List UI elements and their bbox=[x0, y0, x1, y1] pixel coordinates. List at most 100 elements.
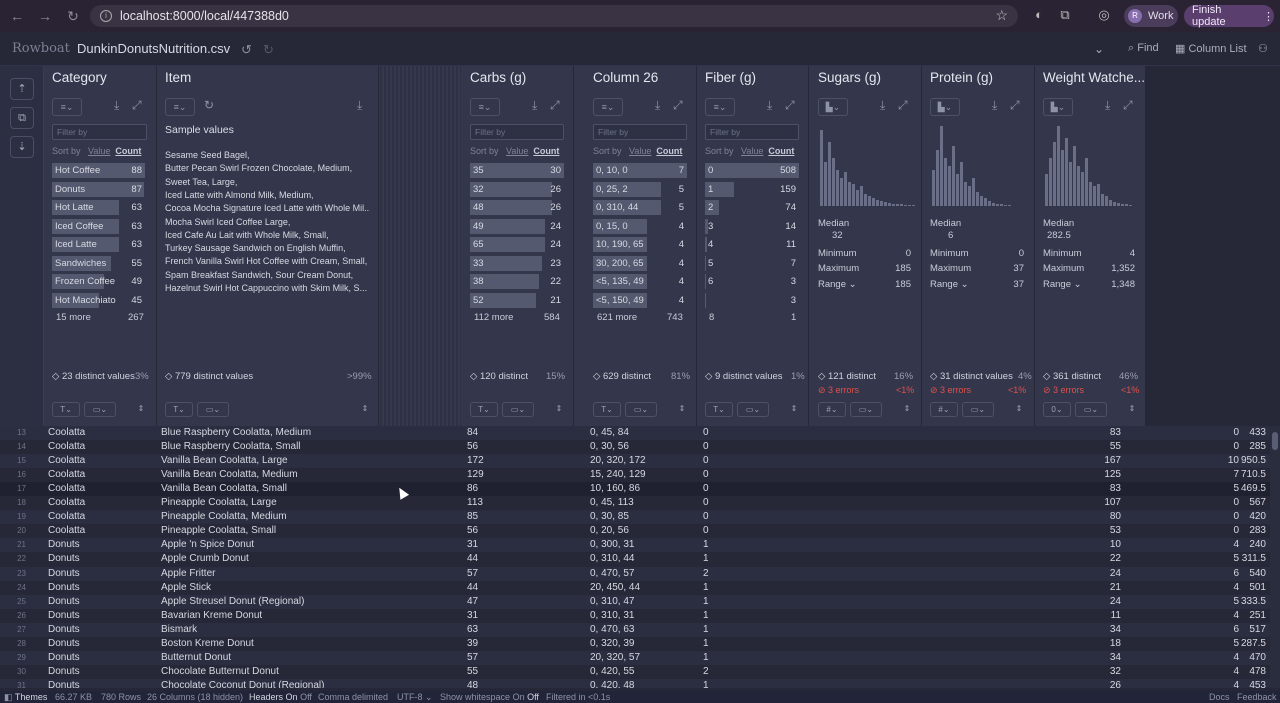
cell-column-26[interactable]: 0, 300, 31 bbox=[590, 539, 634, 550]
cell-carbs[interactable]: 31 bbox=[467, 539, 478, 550]
format-selector[interactable]: ▭⌄ bbox=[502, 402, 534, 417]
cell-carbs[interactable]: 85 bbox=[467, 511, 478, 522]
site-info-icon[interactable]: i bbox=[100, 10, 112, 22]
histogram-bar[interactable] bbox=[908, 205, 911, 206]
headers-toggle[interactable]: Headers On Off bbox=[249, 692, 312, 702]
sort-dropdown[interactable]: ≡⌄ bbox=[470, 98, 500, 116]
column-title[interactable]: Column 26 bbox=[593, 70, 658, 85]
cell-fiber[interactable]: 1 bbox=[703, 553, 709, 564]
format-selector[interactable]: ▭⌄ bbox=[625, 402, 657, 417]
cell-protein[interactable]: 5 bbox=[1233, 638, 1239, 649]
cell-sugars[interactable]: 22 bbox=[1110, 553, 1121, 564]
whitespace-toggle[interactable]: Show whitespace On Off bbox=[440, 692, 539, 702]
histogram-bar[interactable] bbox=[1008, 205, 1011, 206]
sort-dropdown[interactable]: ≡⌄ bbox=[165, 98, 195, 116]
error-count[interactable]: ⊘ 3 errors bbox=[818, 385, 859, 396]
sort-count-link[interactable]: Count bbox=[768, 146, 794, 156]
value-row[interactable]: Sandwiches 55 bbox=[52, 255, 145, 271]
download-icon[interactable]: ⤓ bbox=[357, 98, 362, 113]
histogram-bar[interactable] bbox=[1065, 138, 1068, 206]
column-title[interactable]: Protein (g) bbox=[930, 70, 993, 85]
cell-fiber[interactable]: 0 bbox=[703, 525, 709, 536]
cell-protein[interactable]: 5 bbox=[1233, 596, 1239, 607]
histogram[interactable] bbox=[820, 118, 915, 206]
histogram-bar[interactable] bbox=[1125, 204, 1128, 206]
cell-category[interactable]: Coolatta bbox=[48, 483, 85, 494]
table-row[interactable]: 17 Coolatta Vanilla Bean Coolatta, Small 86… bbox=[0, 482, 1270, 497]
cell-item[interactable]: Apple Fritter bbox=[161, 568, 215, 579]
cell-column-26[interactable]: 15, 240, 129 bbox=[590, 469, 646, 480]
histogram-bar[interactable] bbox=[864, 194, 867, 206]
expand-icon[interactable]: ⤢ bbox=[132, 98, 142, 113]
cell-protein[interactable]: 4 bbox=[1233, 666, 1239, 677]
table-row[interactable]: 28 Donuts Boston Kreme Donut 39 0, 320, 39 1 1… bbox=[0, 637, 1270, 651]
sort-dropdown[interactable]: ≡⌄ bbox=[705, 98, 735, 116]
cell-protein[interactable]: 0 bbox=[1233, 497, 1239, 508]
reorder-handle-icon[interactable]: ⇕ bbox=[789, 402, 799, 417]
table-row[interactable]: 30 Donuts Chocolate Butternut Donut 55 0, 42… bbox=[0, 665, 1270, 679]
expand-icon[interactable]: ⤢ bbox=[550, 98, 560, 113]
cell-item[interactable]: Blue Raspberry Coolatta, Medium bbox=[161, 427, 311, 438]
cell-fiber[interactable]: 1 bbox=[703, 680, 709, 688]
download-icon[interactable]: ⤓ bbox=[767, 98, 772, 113]
value-row[interactable]: 0, 15, 0 4 bbox=[593, 218, 687, 234]
cell-sugars[interactable]: 167 bbox=[1104, 455, 1121, 466]
cell-sugars[interactable]: 53 bbox=[1110, 525, 1121, 536]
cell-fiber[interactable]: 0 bbox=[703, 441, 709, 452]
cell-fiber[interactable]: 0 bbox=[703, 497, 709, 508]
format-selector[interactable]: ▭⌄ bbox=[962, 402, 994, 417]
cell-category[interactable]: Donuts bbox=[48, 638, 80, 649]
range-dropdown[interactable]: Range ⌄ bbox=[1043, 279, 1082, 290]
histogram-bar[interactable] bbox=[892, 203, 895, 206]
cell-protein[interactable]: 10 bbox=[1228, 455, 1239, 466]
value-row[interactable]: 1 159 bbox=[705, 181, 799, 197]
cell-item[interactable]: Apple Crumb Donut bbox=[161, 553, 249, 564]
docs-link[interactable]: Docs bbox=[1209, 692, 1230, 702]
cell-fiber[interactable]: 1 bbox=[703, 610, 709, 621]
cell-category[interactable]: Donuts bbox=[48, 553, 80, 564]
histogram[interactable] bbox=[1045, 118, 1137, 206]
cell-sugars[interactable]: 11 bbox=[1111, 610, 1121, 621]
cell-item[interactable]: Bismark bbox=[161, 624, 197, 635]
cell-sugars[interactable]: 24 bbox=[1110, 596, 1121, 607]
cell-protein[interactable]: 4 bbox=[1233, 539, 1239, 550]
histogram-bar[interactable] bbox=[900, 204, 903, 206]
cell-sugars[interactable]: 83 bbox=[1110, 483, 1121, 494]
cell-sugars[interactable]: 125 bbox=[1104, 469, 1121, 480]
cell-weight-watchers[interactable]: 333.5 bbox=[1241, 596, 1266, 607]
histogram-bar[interactable] bbox=[840, 178, 843, 206]
column-title[interactable]: Weight Watche... bbox=[1043, 70, 1145, 85]
sort-count-link[interactable]: Count bbox=[533, 146, 559, 156]
expand-icon[interactable]: ⤢ bbox=[785, 98, 795, 113]
sort-count-link[interactable]: Count bbox=[115, 146, 141, 156]
redo-icon[interactable]: ↻ bbox=[263, 42, 274, 58]
histogram-bar[interactable] bbox=[976, 191, 979, 206]
value-row[interactable]: Hot Coffee 88 bbox=[52, 163, 145, 178]
cell-sugars[interactable]: 24 bbox=[1110, 568, 1121, 579]
histogram-bar[interactable] bbox=[872, 198, 875, 206]
cell-column-26[interactable]: 0, 20, 56 bbox=[590, 525, 629, 536]
reorder-handle-icon[interactable]: ⇕ bbox=[360, 402, 370, 417]
filter-input[interactable]: Filter by bbox=[52, 124, 147, 140]
cell-fiber[interactable]: 2 bbox=[703, 568, 709, 579]
themes-button[interactable]: ◧ Themes bbox=[4, 692, 47, 703]
table-row[interactable]: 31 Donuts Chocolate Coconut Donut (Regiona… bbox=[0, 678, 1270, 688]
sort-dropdown[interactable]: ≡⌄ bbox=[593, 98, 623, 116]
column-title[interactable]: Carbs (g) bbox=[470, 70, 526, 85]
finish-update-button[interactable]: Finish update ⋮ bbox=[1184, 4, 1274, 28]
download-icon[interactable]: ⤓ bbox=[655, 98, 660, 113]
cell-carbs[interactable]: 57 bbox=[467, 568, 478, 579]
cell-category[interactable]: Donuts bbox=[48, 582, 80, 593]
cell-weight-watchers[interactable]: 950.5 bbox=[1241, 455, 1266, 466]
histogram-bar[interactable] bbox=[968, 186, 971, 206]
cell-fiber[interactable]: 2 bbox=[703, 666, 709, 677]
cell-fiber[interactable]: 1 bbox=[703, 652, 709, 663]
cell-weight-watchers[interactable]: 240 bbox=[1249, 539, 1266, 550]
cell-column-26[interactable]: 20, 320, 57 bbox=[590, 652, 640, 663]
cell-column-26[interactable]: 20, 320, 172 bbox=[590, 455, 646, 466]
value-row[interactable]: 33 23 bbox=[470, 255, 564, 271]
table-row[interactable]: 21 Donuts Apple 'n Spice Donut 31 0, 300, 31… bbox=[0, 538, 1270, 553]
table-row[interactable]: 20 Coolatta Pineapple Coolatta, Small 56 0, … bbox=[0, 524, 1270, 538]
pin-icon[interactable]: ⇣ bbox=[10, 136, 34, 158]
cell-sugars[interactable]: 34 bbox=[1110, 652, 1121, 663]
